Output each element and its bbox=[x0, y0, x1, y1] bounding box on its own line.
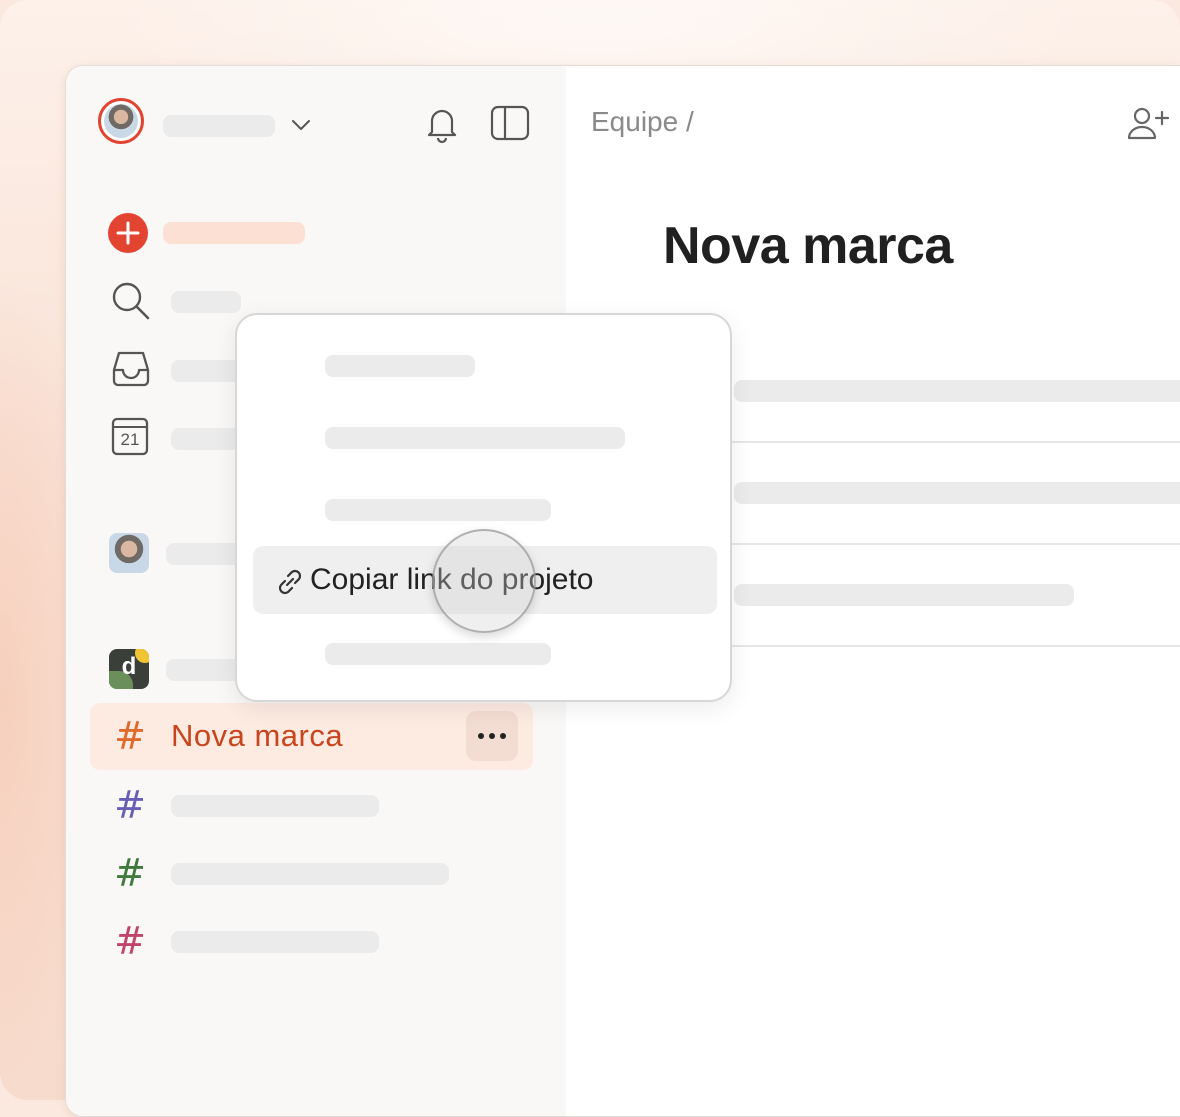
menu-item-placeholder[interactable] bbox=[325, 427, 625, 449]
project-context-menu: Copiar link do projeto bbox=[235, 313, 732, 702]
team-badge[interactable]: d bbox=[109, 649, 149, 689]
task-placeholder[interactable] bbox=[734, 482, 1180, 504]
link-icon bbox=[278, 569, 302, 595]
add-member-icon[interactable] bbox=[1126, 106, 1172, 142]
menu-item-placeholder[interactable] bbox=[325, 355, 475, 377]
task-placeholder[interactable] bbox=[734, 584, 1074, 606]
menu-item-placeholder[interactable] bbox=[325, 499, 551, 521]
project-label-placeholder[interactable] bbox=[171, 931, 379, 953]
task-placeholder[interactable] bbox=[734, 380, 1180, 402]
menu-item-placeholder[interactable] bbox=[325, 643, 551, 665]
bell-icon[interactable] bbox=[424, 104, 460, 144]
chevron-down-icon[interactable] bbox=[290, 116, 312, 134]
more-dot bbox=[478, 733, 484, 739]
avatar-image bbox=[104, 104, 138, 138]
project-hash-icon: # bbox=[114, 783, 146, 827]
team-label-placeholder[interactable] bbox=[166, 659, 246, 681]
inbox-icon[interactable] bbox=[110, 348, 152, 390]
add-task-icon[interactable] bbox=[106, 211, 150, 255]
active-project-label[interactable]: Nova marca bbox=[171, 718, 343, 754]
more-dot bbox=[489, 733, 495, 739]
username-placeholder[interactable] bbox=[163, 115, 275, 137]
project-hash-icon: # bbox=[114, 851, 146, 895]
team-badge-letter: d bbox=[121, 653, 137, 680]
search-label-placeholder[interactable] bbox=[171, 291, 241, 313]
inbox-label-placeholder[interactable] bbox=[171, 360, 241, 382]
calendar-label-placeholder[interactable] bbox=[171, 428, 241, 450]
more-dot bbox=[500, 733, 506, 739]
cursor-indicator bbox=[432, 529, 536, 633]
page-title: Nova marca bbox=[663, 217, 953, 275]
project-hash-icon: # bbox=[114, 919, 146, 963]
breadcrumb[interactable]: Equipe / bbox=[591, 106, 694, 138]
calendar-day-label: 21 bbox=[120, 430, 140, 449]
project-label-placeholder[interactable] bbox=[171, 795, 379, 817]
project-label-placeholder[interactable] bbox=[171, 863, 449, 885]
personal-avatar[interactable] bbox=[109, 533, 149, 573]
user-avatar[interactable] bbox=[98, 98, 144, 144]
add-task-label-placeholder[interactable] bbox=[163, 222, 305, 244]
more-options-button[interactable] bbox=[466, 711, 518, 761]
sidebar-toggle-icon[interactable] bbox=[490, 104, 530, 142]
search-icon[interactable] bbox=[110, 280, 152, 322]
project-hash-icon: # bbox=[114, 714, 146, 758]
personal-label-placeholder[interactable] bbox=[166, 543, 246, 565]
